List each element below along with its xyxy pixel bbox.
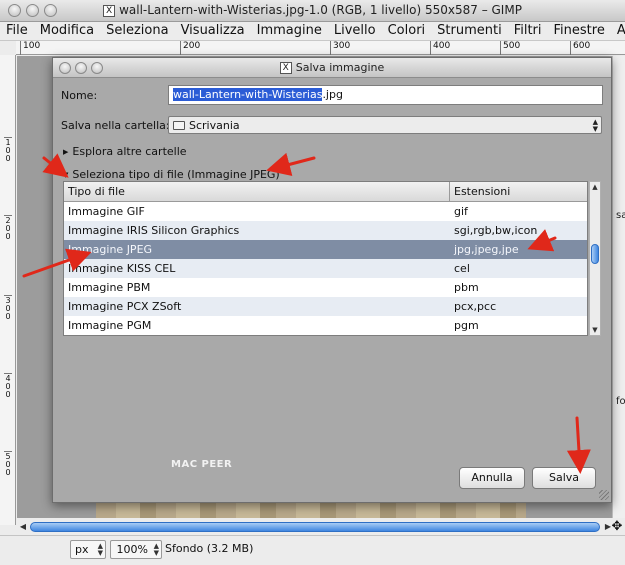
- file-type-expander[interactable]: ▼ Seleziona tipo di file (Immagine JPEG): [63, 168, 280, 181]
- horizontal-scroll-thumb[interactable]: [30, 522, 600, 532]
- menu-filtri[interactable]: Filtri: [508, 22, 548, 40]
- file-type-name: Immagine KISS CEL: [68, 262, 176, 275]
- ruler-tick-label: 4 0 0: [4, 373, 12, 399]
- ruler-tick-label: 1 0 0: [4, 137, 12, 163]
- filename-extension: .jpg: [322, 88, 343, 101]
- ruler-tick-label: 600: [570, 41, 590, 55]
- table-scroll-thumb[interactable]: [591, 244, 599, 264]
- zoom-select[interactable]: 100% ▲ ▼: [110, 540, 162, 559]
- menu-strumenti[interactable]: Strumenti: [431, 22, 508, 40]
- column-header-extensions[interactable]: Estensioni: [450, 182, 587, 202]
- dialog-title-text: Salva immagine: [295, 61, 385, 74]
- dialog-titlebar[interactable]: X Salva immagine: [53, 58, 611, 78]
- file-type-ext: pbm: [454, 281, 479, 294]
- file-type-name: Immagine JPEG: [68, 243, 153, 256]
- save-image-dialog: X Salva immagine Nome: wall-Lantern-with-…: [52, 57, 612, 503]
- file-type-ext: sgi,rgb,bw,icon: [454, 224, 538, 237]
- file-type-ext: pgm: [454, 319, 479, 332]
- statusbar: px ▲ ▼ 100% ▲ ▼ Sfondo (3.2 MB): [0, 535, 625, 565]
- unit-value: px: [75, 543, 89, 556]
- main-titlebar[interactable]: Xwall-Lantern-with-Wisterias.jpg-1.0 (RG…: [0, 0, 625, 22]
- menubar: File Modifica Seleziona Visualizza Immag…: [0, 22, 625, 41]
- window-title: Xwall-Lantern-with-Wisterias.jpg-1.0 (RG…: [0, 3, 625, 17]
- file-type-ext: pcx,pcc: [454, 300, 497, 313]
- dialog-title: X Salva immagine: [53, 61, 611, 74]
- table-row[interactable]: Immagine PBM pbm: [64, 278, 587, 297]
- truncated-text: sa: [616, 210, 625, 221]
- watermark-text: MAC PEER: [171, 459, 233, 470]
- right-panel-edge: [612, 56, 625, 518]
- scroll-down-icon[interactable]: ▼: [591, 326, 599, 334]
- updown-arrows-icon: ▲ ▼: [97, 542, 103, 557]
- triangle-down-icon: ▼: [63, 171, 69, 179]
- file-type-name: Immagine IRIS Silicon Graphics: [68, 224, 240, 237]
- ruler-tick-label: 2 0 0: [4, 215, 12, 241]
- vertical-ruler[interactable]: 1 0 0 2 0 0 3 0 0 4 0 0 5 0 0: [0, 55, 16, 525]
- folder-select[interactable]: Scrivania ▲ ▼: [168, 116, 602, 134]
- ruler-tick-label: 5 0 0: [4, 451, 12, 477]
- filename-input[interactable]: wall-Lantern-with-Wisterias.jpg: [168, 85, 603, 105]
- folder-label: Salva nella cartella:: [61, 119, 170, 132]
- browse-folders-expander[interactable]: ▶ Esplora altre cartelle: [63, 145, 187, 158]
- table-row[interactable]: Immagine KISS CEL cel: [64, 259, 587, 278]
- table-row-selected[interactable]: Immagine JPEG jpg,jpeg,jpe: [64, 240, 587, 259]
- table-row[interactable]: Immagine PCX ZSoft pcx,pcc: [64, 297, 587, 316]
- ruler-tick-label: 3 0 0: [4, 295, 12, 321]
- navigate-icon[interactable]: ✥: [610, 519, 624, 535]
- menu-file[interactable]: File: [0, 22, 34, 40]
- table-header: Tipo di file Estensioni: [64, 182, 587, 202]
- menu-aiuto[interactable]: Aiuto: [611, 22, 625, 40]
- zoom-value: 100%: [116, 543, 148, 556]
- cancel-button-label: Annulla: [471, 471, 513, 484]
- unit-select[interactable]: px ▲ ▼: [70, 540, 106, 559]
- file-type-name: Immagine GIF: [68, 205, 145, 218]
- horizontal-ruler[interactable]: 100 200 300 400 500 600: [16, 41, 625, 55]
- file-type-name: Immagine PBM: [68, 281, 151, 294]
- file-type-label: Seleziona tipo di file (Immagine JPEG): [72, 168, 280, 181]
- horizontal-scrollbar[interactable]: ◀ ▶: [16, 520, 614, 534]
- filename-selected-text: wall-Lantern-with-Wisterias: [173, 88, 323, 101]
- menu-visualizza[interactable]: Visualizza: [175, 22, 251, 40]
- file-type-ext: gif: [454, 205, 468, 218]
- table-vertical-scrollbar[interactable]: ▲ ▼: [589, 181, 601, 336]
- save-button[interactable]: Salva: [532, 467, 596, 489]
- cancel-button[interactable]: Annulla: [459, 467, 525, 489]
- table-row[interactable]: Immagine IRIS Silicon Graphics sgi,rgb,b…: [64, 221, 587, 240]
- menu-immagine[interactable]: Immagine: [251, 22, 328, 40]
- table-row[interactable]: Immagine PGM pgm: [64, 316, 587, 335]
- scroll-left-icon[interactable]: ◀: [18, 521, 28, 533]
- menu-livello[interactable]: Livello: [328, 22, 382, 40]
- folder-value: Scrivania: [189, 119, 240, 132]
- save-button-label: Salva: [548, 471, 580, 484]
- ruler-tick-label: 200: [180, 41, 200, 55]
- resize-grip-icon[interactable]: [599, 490, 609, 500]
- name-label: Nome:: [61, 89, 98, 102]
- file-type-ext: jpg,jpeg,jpe: [454, 243, 519, 256]
- truncated-text: fo: [616, 396, 625, 407]
- file-type-ext: cel: [454, 262, 470, 275]
- menu-modifica[interactable]: Modifica: [34, 22, 100, 40]
- layer-info: Sfondo (3.2 MB): [165, 542, 254, 555]
- folder-icon: [173, 121, 185, 130]
- x11-icon: X: [279, 62, 292, 74]
- menu-colori[interactable]: Colori: [382, 22, 432, 40]
- ruler-tick-label: 300: [330, 41, 350, 55]
- x11-icon: X: [103, 4, 116, 17]
- triangle-right-icon: ▶: [63, 148, 69, 156]
- file-type-name: Immagine PGM: [68, 319, 152, 332]
- ruler-tick-label: 100: [20, 41, 40, 55]
- scroll-up-icon[interactable]: ▲: [591, 183, 599, 191]
- file-type-name: Immagine PCX ZSoft: [68, 300, 182, 313]
- ruler-tick-label: 500: [500, 41, 520, 55]
- table-row[interactable]: Immagine GIF gif: [64, 202, 587, 221]
- menu-finestre[interactable]: Finestre: [548, 22, 611, 40]
- file-type-table: Tipo di file Estensioni Immagine GIF gif…: [63, 181, 588, 336]
- browse-folders-label: Esplora altre cartelle: [72, 145, 187, 158]
- column-header-type[interactable]: Tipo di file: [64, 182, 450, 202]
- ruler-tick-label: 400: [430, 41, 450, 55]
- updown-arrows-icon: ▲ ▼: [153, 542, 159, 557]
- window-title-text: wall-Lantern-with-Wisterias.jpg-1.0 (RGB…: [119, 3, 522, 17]
- updown-arrows-icon: ▲ ▼: [592, 118, 598, 133]
- menu-seleziona[interactable]: Seleziona: [100, 22, 174, 40]
